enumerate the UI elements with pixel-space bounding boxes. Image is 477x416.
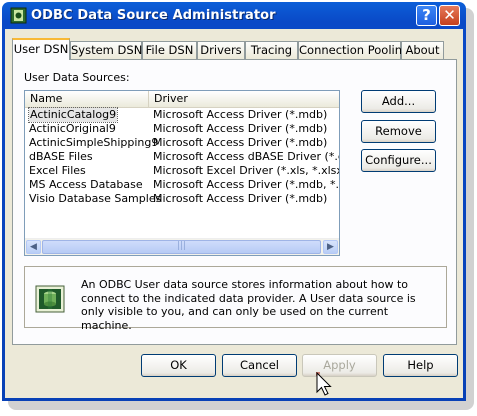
tab-drivers[interactable]: Drivers [197,41,245,59]
row-name: Visio Database Samples [29,192,162,205]
add-button[interactable]: Add... [361,90,436,113]
row-driver: Microsoft Access Driver (*.mdb, *.accdb) [153,178,340,191]
remove-button[interactable]: Remove [361,120,436,143]
row-driver: Microsoft Access Driver (*.mdb) [153,122,328,135]
list-header: Name Driver [25,91,339,108]
mouse-pointer-icon [316,372,332,396]
row-driver: Microsoft Excel Driver (*.xls, *.xlsx, *… [153,164,339,177]
row-driver: Microsoft Access Driver (*.mdb) [153,108,328,121]
user-data-sources-label: User Data Sources: [24,71,130,84]
tab-tracing[interactable]: Tracing [245,41,298,59]
tab-connection-pooling[interactable]: Connection Pooling [298,41,409,59]
row-name: ActinicOriginal9 [29,122,116,135]
row-name: Excel Files [29,164,86,177]
tab-user-dsn[interactable]: User DSN [12,38,70,60]
title-bar[interactable]: ODBC Data Source Administrator ? ✕ [5,2,463,29]
row-name: ActinicSimpleShipping9 [29,136,159,149]
horizontal-scrollbar[interactable]: ◀ ||| ▶ [25,238,339,255]
tab-file-dsn[interactable]: File DSN [142,41,197,59]
row-name: MS Access Database [29,178,143,191]
data-sources-list[interactable]: Name Driver ActinicCatalog9 Microsoft Ac… [24,90,340,256]
user-dsn-panel: User Data Sources: Name Driver ActinicCa… [12,59,457,345]
apply-button[interactable]: Apply [302,354,377,377]
row-driver: Microsoft Access Driver (*.mdb) [153,192,328,205]
info-box: An ODBC User data source stores informat… [24,266,447,332]
column-header-driver[interactable]: Driver [149,91,339,107]
row-name: dBASE Files [29,150,93,163]
ok-button[interactable]: OK [141,354,216,377]
tab-about[interactable]: About [401,41,444,59]
cancel-button[interactable]: Cancel [222,354,297,377]
database-icon [35,285,65,313]
close-button[interactable]: ✕ [439,5,460,26]
help-title-button[interactable]: ? [416,5,437,26]
scroll-left-arrow-icon[interactable]: ◀ [26,240,41,254]
row-driver: Microsoft Access dBASE Driver (*.dbf, *.… [153,150,339,163]
configure-button[interactable]: Configure... [361,149,436,172]
window-title: ODBC Data Source Administrator [31,8,276,23]
row-driver: Microsoft Access Driver (*.mdb) [153,136,328,149]
help-button[interactable]: Help [383,354,458,377]
row-name: ActinicCatalog9 [27,107,119,123]
info-text: An ODBC User data source stores informat… [81,278,416,332]
column-header-name[interactable]: Name [25,91,149,107]
dialog-client: User DSN System DSN File DSN Drivers Tra… [5,29,463,398]
scroll-thumb[interactable]: ||| [42,240,321,254]
tab-system-dsn[interactable]: System DSN [70,41,142,59]
odbc-admin-window: ODBC Data Source Administrator ? ✕ User … [2,2,466,401]
scroll-right-arrow-icon[interactable]: ▶ [323,240,338,254]
odbc-app-icon [10,7,27,24]
